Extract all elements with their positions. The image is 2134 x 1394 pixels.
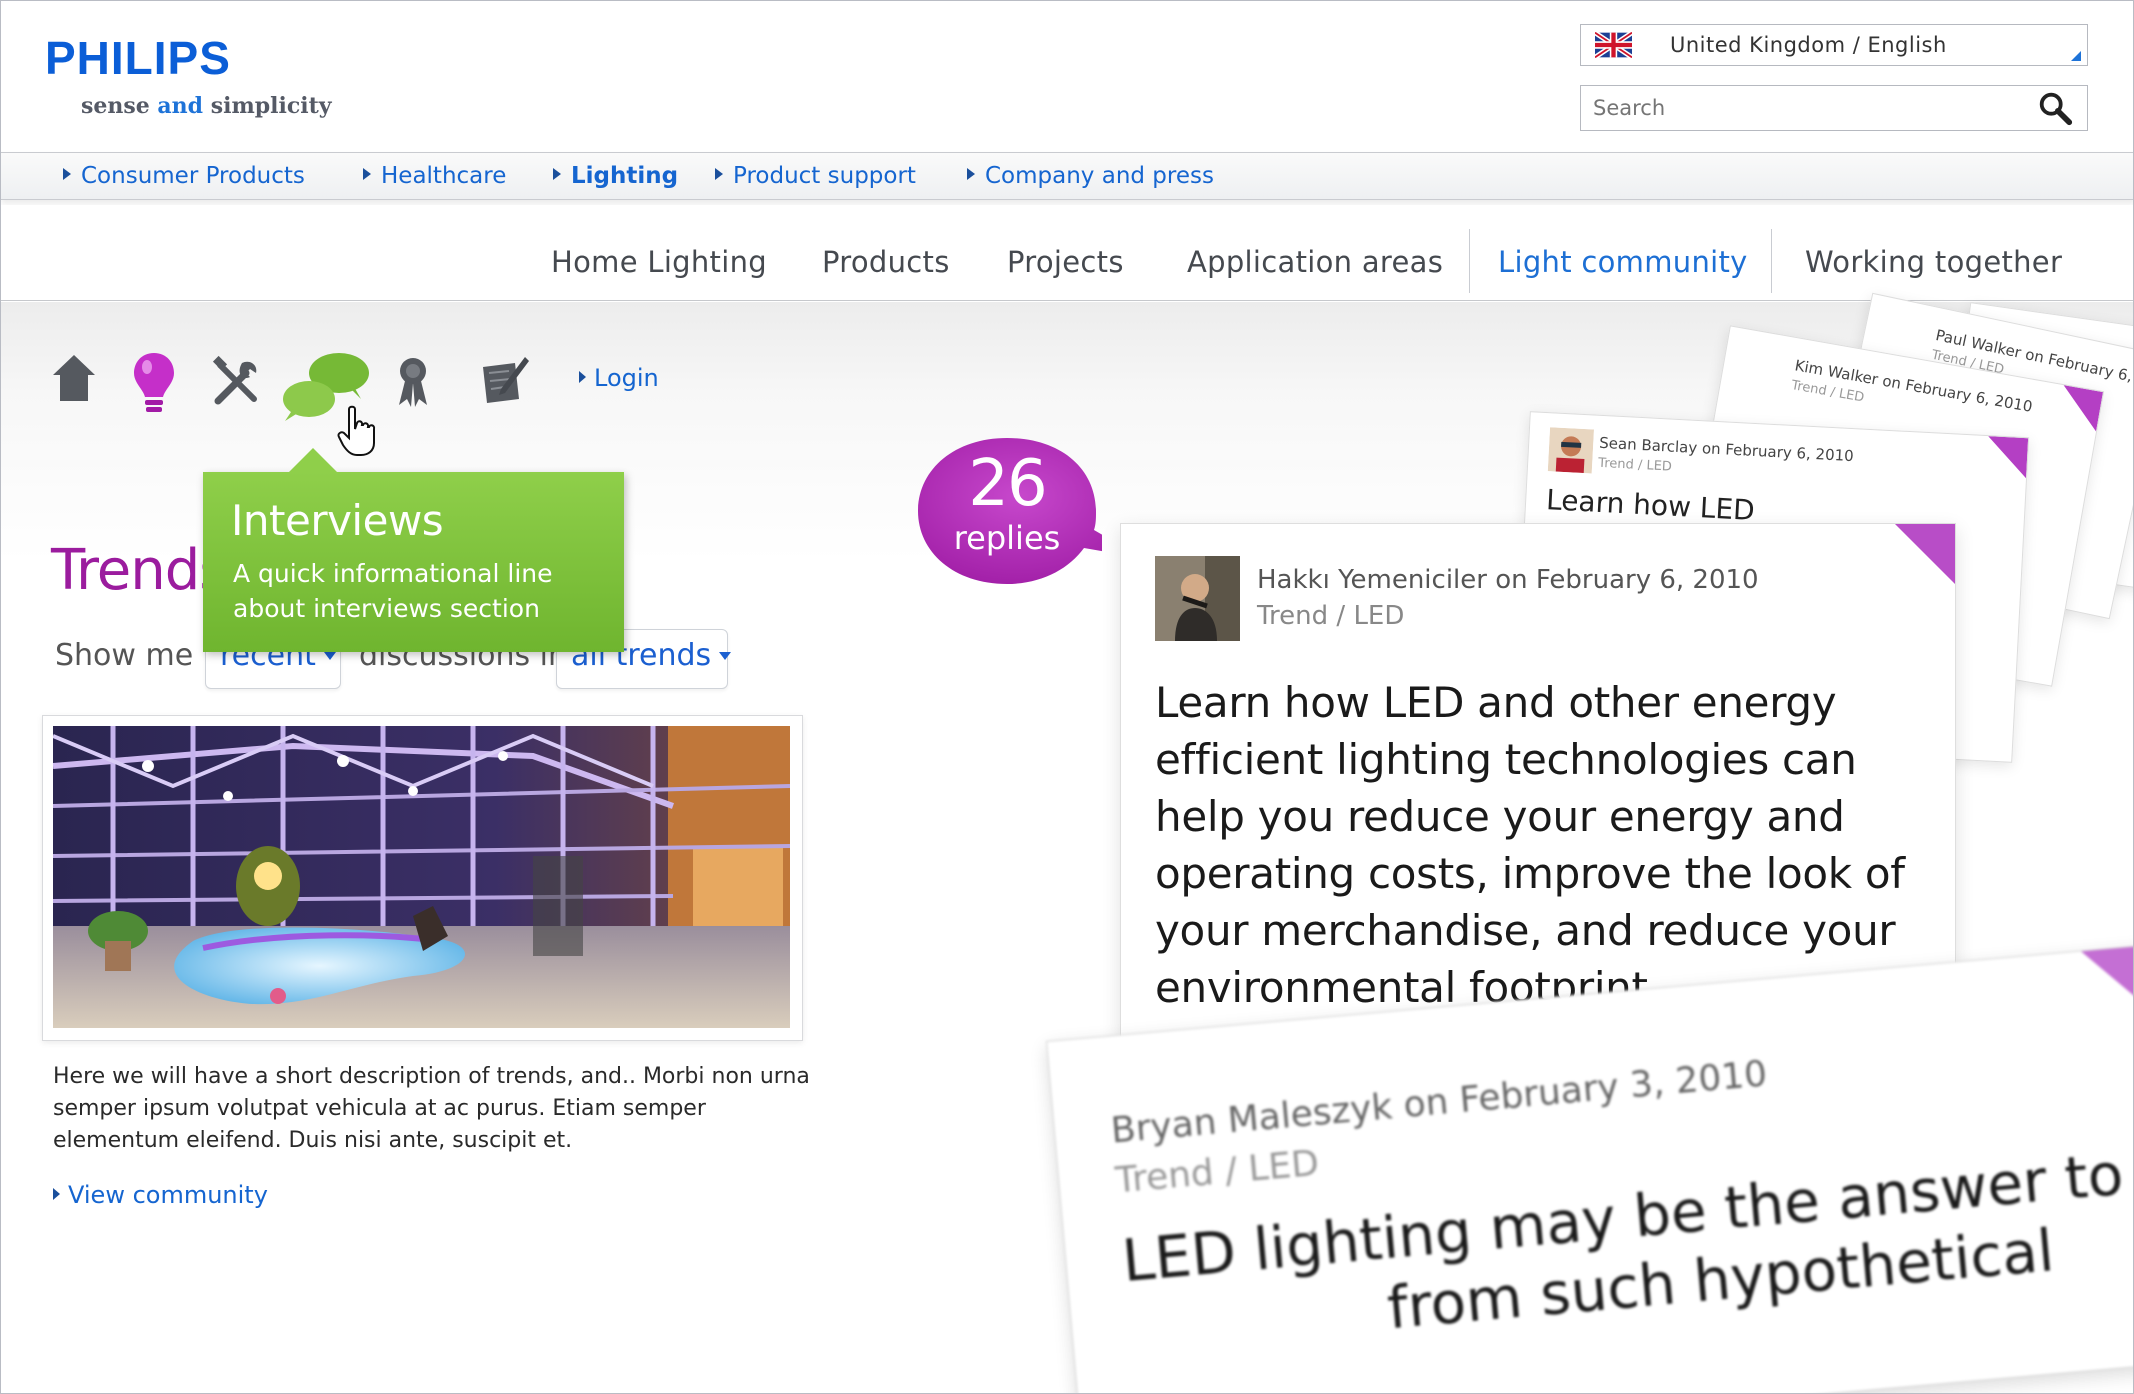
locale-selector[interactable]: United Kingdom / English [1580, 24, 2088, 66]
brand-name: PHILIPS [45, 32, 231, 84]
replies-label: replies [953, 519, 1061, 557]
subnav-working-together[interactable]: Working together [1805, 245, 2062, 279]
post-meta: Hakkı Yemeniciler on February 6, 2010 Tr… [1257, 562, 1759, 634]
nav-lighting[interactable]: Lighting [553, 163, 678, 189]
interviews-tooltip: Interviews A quick informational line ab… [203, 448, 624, 652]
subnav-divider [1771, 229, 1772, 293]
trends-title: Trends [51, 538, 228, 603]
tooltip-text: A quick informational line about intervi… [233, 559, 553, 623]
post-body: Learn how LED [1545, 483, 1756, 528]
nav-healthcare[interactable]: Healthcare [363, 163, 506, 189]
post-corner-flag [1895, 524, 1955, 584]
trends-description: Here we will have a short description of… [53, 1064, 810, 1153]
page: PHILIPS sense and simplicity United King… [0, 0, 2134, 1394]
lighting-subnav: Home Lighting Products Projects Applicat… [1, 205, 2133, 301]
locale-label: United Kingdom / English [1670, 33, 1947, 57]
avatar [1547, 427, 1594, 474]
hand-cursor-icon [337, 405, 376, 456]
notepad-pencil-icon[interactable] [479, 353, 531, 405]
subnav-divider [1469, 229, 1470, 293]
uk-flag-icon [1595, 32, 1632, 58]
dropdown-corner-icon [2071, 51, 2081, 61]
magnifier-icon[interactable] [2036, 89, 2074, 127]
subnav-projects[interactable]: Projects [1007, 245, 1124, 279]
caret-down-icon [719, 652, 732, 660]
search-input[interactable] [1580, 85, 2088, 131]
subnav-application-areas[interactable]: Application areas [1187, 245, 1443, 279]
subnav-home-lighting[interactable]: Home Lighting [551, 245, 767, 279]
ribbon-award-icon[interactable] [393, 353, 433, 409]
philips-logo[interactable]: PHILIPS sense and simplicity [45, 35, 332, 119]
replies-count: 26 [968, 447, 1047, 521]
nav-company-and-press[interactable]: Company and press [967, 163, 1214, 189]
post-corner-flag [2056, 385, 2104, 432]
login-link[interactable]: Login [579, 364, 659, 392]
caret-down-icon [323, 652, 336, 660]
post-tag: Trend / LED [1257, 601, 1405, 631]
subnav-products[interactable]: Products [822, 245, 950, 279]
global-nav: Consumer Products Healthcare Lighting Pr… [1, 152, 2133, 200]
post-author: Hakkı Yemeniciler on February 6, 2010 [1257, 565, 1759, 595]
post-corner-flag [1986, 436, 2029, 479]
trend-photo[interactable] [42, 715, 803, 1041]
pool-enclosure-image [53, 726, 790, 1028]
view-community-link[interactable]: View community [53, 1181, 268, 1209]
brand-tagline: sense and simplicity [81, 93, 332, 119]
nav-product-support[interactable]: Product support [715, 163, 916, 189]
post-tag: Trend / LED [1597, 455, 1673, 475]
filter-show-me-label: Show me [55, 638, 194, 673]
nav-consumer-products[interactable]: Consumer Products [63, 163, 305, 189]
post-corner-flag [2081, 945, 2133, 1022]
home-icon[interactable] [49, 351, 99, 407]
subnav-light-community[interactable]: Light community [1498, 245, 1748, 279]
post-body: Learn how LED and other energy efficient… [1155, 678, 1905, 1012]
avatar [1155, 556, 1240, 641]
tools-icon[interactable] [210, 355, 264, 409]
tooltip-title: Interviews [231, 496, 444, 545]
bulb-icon[interactable] [131, 349, 177, 421]
